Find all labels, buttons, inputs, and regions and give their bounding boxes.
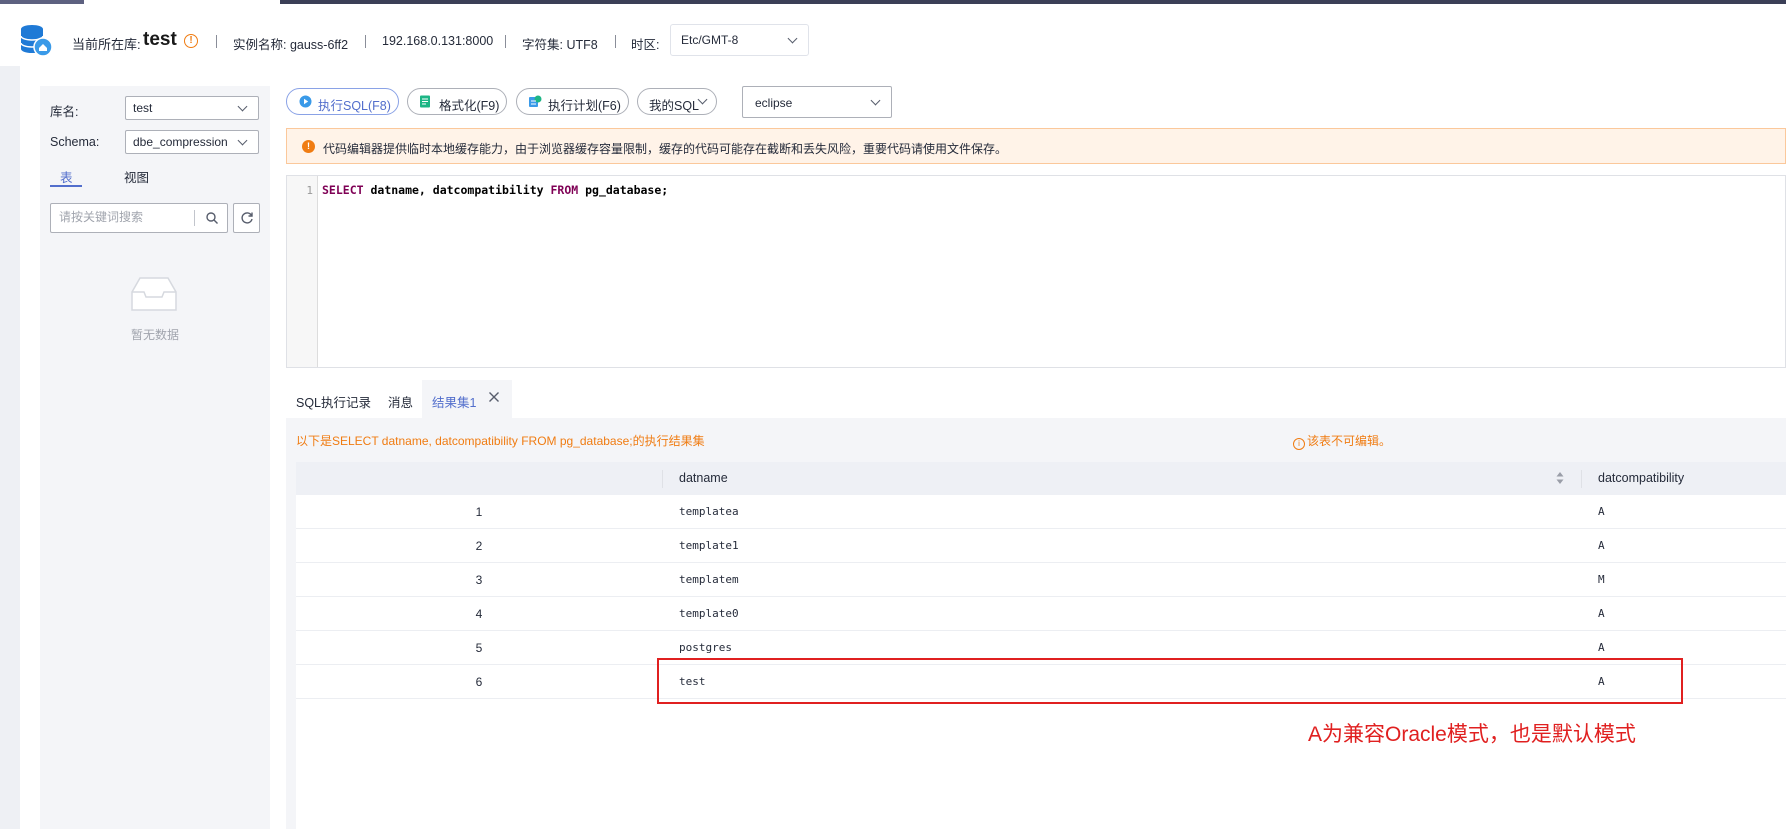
refresh-icon	[241, 212, 253, 224]
cell-datname[interactable]: templatea	[679, 505, 739, 518]
sql-table: pg_database;	[578, 183, 669, 197]
row-number[interactable]: 1	[296, 505, 662, 519]
editor-theme-value: eclipse	[755, 96, 793, 110]
chevron-down-icon	[697, 94, 708, 105]
play-icon	[299, 95, 312, 108]
divider	[216, 35, 217, 48]
empty-text: 暂无数据	[130, 328, 179, 342]
editor-theme-select[interactable]: eclipse	[742, 86, 892, 118]
schema-select-value: dbe_compression	[133, 135, 228, 149]
tab-messages[interactable]: 消息	[388, 392, 413, 411]
db-select-value: test	[133, 101, 153, 115]
row-number[interactable]: 2	[296, 539, 662, 553]
divider	[505, 35, 506, 48]
divider	[615, 35, 616, 48]
refresh-button[interactable]	[233, 203, 260, 233]
readonly-note: i 该表不可编辑。	[1293, 432, 1391, 450]
highlight-box	[657, 658, 1683, 704]
plan-icon	[529, 95, 542, 107]
cell-datname[interactable]: template1	[679, 539, 739, 552]
my-sql-label: 我的SQL	[649, 99, 700, 113]
instance-address: 192.168.0.131:8000	[382, 34, 494, 48]
readonly-note-text: 该表不可编辑。	[1307, 434, 1392, 448]
column-header-datname[interactable]: datname	[679, 471, 728, 485]
object-search	[50, 203, 228, 233]
cell-datname[interactable]: templatem	[679, 573, 739, 586]
current-db-label: 当前所在库:	[72, 37, 141, 52]
search-icon[interactable]	[205, 211, 219, 225]
run-sql-button[interactable]: 执行SQL(F8)	[286, 88, 399, 115]
tab-result-set-1[interactable]: 结果集1	[432, 392, 476, 411]
chevron-down-icon	[237, 135, 248, 146]
table-row[interactable]: 3 templatem M	[296, 563, 1786, 597]
timezone-value: Etc/GMT-8	[681, 33, 739, 47]
search-input[interactable]	[57, 209, 191, 225]
annotation-text: A为兼容Oracle模式，也是默认模式	[1308, 723, 1636, 746]
cell-datcompatibility[interactable]: M	[1598, 573, 1605, 586]
db-name-label: 库名:	[50, 105, 79, 119]
sql-editor[interactable]: 1 SELECT datname, datcompatibility FROM …	[286, 175, 1786, 368]
chevron-down-icon	[787, 33, 798, 44]
close-icon[interactable]	[487, 390, 501, 404]
explain-plan-button[interactable]: 执行计划(F6)	[516, 88, 629, 115]
db-select[interactable]: test	[125, 96, 259, 120]
header-bar: 当前所在库: test ! 实例名称: gauss-6ff2 192.168.0…	[0, 4, 1786, 66]
line-gutter: 1	[287, 176, 318, 367]
sql-code-line[interactable]: SELECT datname, datcompatibility FROM pg…	[322, 183, 668, 197]
timezone-select[interactable]: Etc/GMT-8	[670, 24, 809, 56]
run-sql-label: 执行SQL(F8)	[318, 99, 391, 113]
line-number: 1	[306, 184, 313, 197]
chevron-down-icon	[237, 101, 248, 112]
sort-icon[interactable]	[1555, 470, 1565, 486]
table-row[interactable]: 4 template0 A	[296, 597, 1786, 631]
cache-warning-text: 代码编辑器提供临时本地缓存能力，由于浏览器缓存容量限制，缓存的代码可能存在截断和…	[323, 142, 1008, 156]
cell-datcompatibility[interactable]: A	[1598, 607, 1605, 620]
cell-datname[interactable]: template0	[679, 607, 739, 620]
info-icon: i	[1293, 438, 1305, 450]
format-icon	[420, 95, 430, 108]
column-header-datcompatibility[interactable]: datcompatibility	[1598, 471, 1684, 485]
tab-views[interactable]: 视图	[124, 167, 149, 186]
row-number[interactable]: 6	[296, 675, 662, 689]
row-number[interactable]: 4	[296, 607, 662, 621]
sql-columns: datname, datcompatibility	[363, 183, 551, 197]
chevron-down-icon	[870, 95, 881, 106]
cache-warning-bar: ! 代码编辑器提供临时本地缓存能力，由于浏览器缓存容量限制，缓存的代码可能存在截…	[286, 128, 1786, 164]
cell-datname[interactable]: postgres	[679, 641, 732, 654]
object-browser-panel	[40, 86, 270, 829]
column-separator[interactable]	[1581, 470, 1582, 488]
my-sql-button[interactable]: 我的SQL	[637, 88, 717, 115]
tab-tables[interactable]: 表	[60, 167, 73, 186]
empty-box-icon	[131, 277, 177, 311]
cell-datcompatibility[interactable]: A	[1598, 641, 1605, 654]
result-info-text: 以下是SELECT datname, datcompatibility FROM…	[296, 434, 705, 448]
row-number[interactable]: 3	[296, 573, 662, 587]
divider	[365, 35, 366, 48]
explain-plan-label: 执行计划(F6)	[548, 99, 621, 113]
info-icon[interactable]: !	[184, 34, 198, 48]
column-separator[interactable]	[662, 470, 663, 488]
instance-name: 实例名称: gauss-6ff2	[233, 38, 349, 52]
format-label: 格式化(F9)	[439, 99, 500, 113]
active-tab-indicator	[50, 185, 82, 187]
tab-sql-history[interactable]: SQL执行记录	[296, 392, 371, 411]
cell-datcompatibility[interactable]: A	[1598, 505, 1605, 518]
current-db-name: test	[143, 29, 177, 50]
database-logo-icon	[20, 25, 53, 57]
row-number[interactable]: 5	[296, 641, 662, 655]
sql-keyword-from: FROM	[550, 183, 579, 197]
format-button[interactable]: 格式化(F9)	[407, 88, 507, 115]
cell-datcompatibility[interactable]: A	[1598, 539, 1605, 552]
timezone-label: 时区:	[631, 38, 660, 52]
schema-label: Schema:	[50, 135, 100, 149]
search-divider	[194, 210, 195, 226]
sql-keyword-select: SELECT	[322, 183, 364, 197]
schema-select[interactable]: dbe_compression	[125, 130, 259, 154]
warning-icon: !	[302, 140, 315, 153]
table-row[interactable]: 2 template1 A	[296, 529, 1786, 563]
table-row[interactable]: 1 templatea A	[296, 495, 1786, 529]
charset: 字符集: UTF8	[522, 38, 598, 52]
